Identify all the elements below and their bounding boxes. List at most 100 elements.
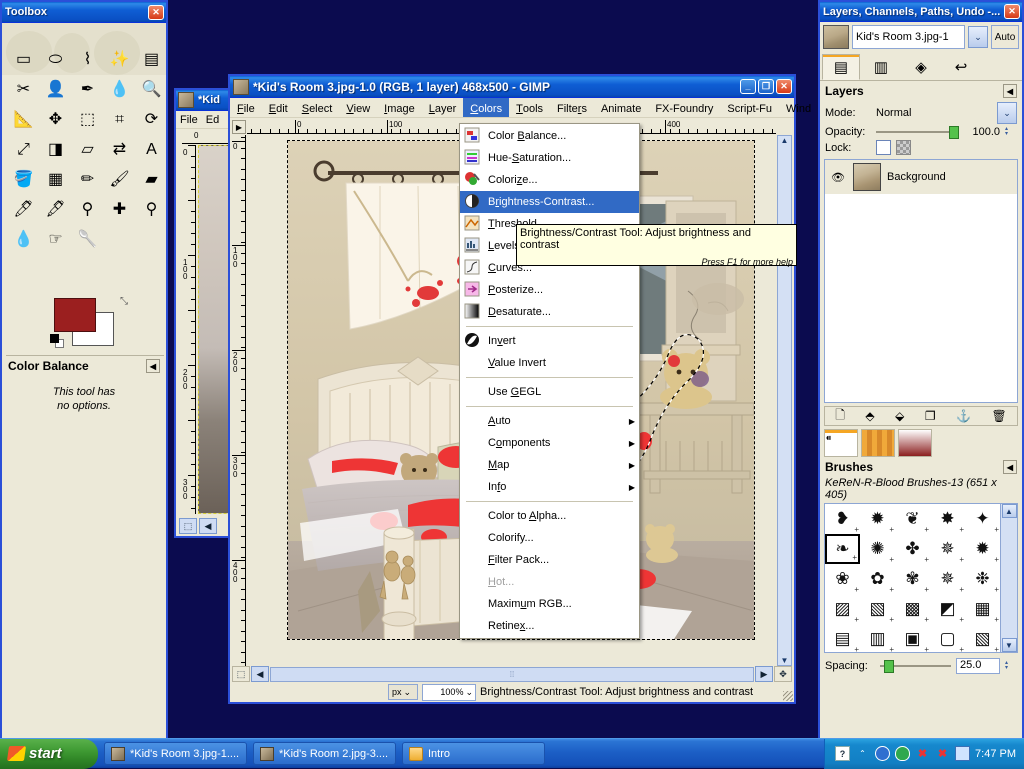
color-picker-tool-icon[interactable]: 💧 <box>104 75 135 104</box>
taskbar-button[interactable]: *Kid's Room 3.jpg-1.... <box>104 742 247 765</box>
perspective-clone-tool-icon[interactable]: ⚲ <box>136 195 167 224</box>
canvas-horizontal-scrollbar[interactable]: ⁞⁞ <box>270 666 754 682</box>
menu-item-maximum-rgb[interactable]: Maximum RGB... <box>460 593 639 615</box>
brushes-tab[interactable]: ⁌ <box>824 429 858 457</box>
layer-list[interactable]: 👁 Background <box>824 159 1018 403</box>
align-tool-icon[interactable]: ⬚ <box>72 105 103 134</box>
zoom-selector[interactable]: 100% ⌄ <box>422 683 476 701</box>
scroll-down-icon[interactable]: ▼ <box>781 656 789 665</box>
dock-titlebar[interactable]: Layers, Channels, Paths, Undo -... ✕ <box>820 2 1022 22</box>
help-icon[interactable]: ? <box>835 746 851 761</box>
collapse-arrow-icon[interactable]: ◀ <box>146 359 160 373</box>
shield-icon[interactable] <box>895 746 911 761</box>
menu-animate[interactable]: Animate <box>594 98 648 117</box>
clone-tool-icon[interactable]: ⚲ <box>72 195 103 224</box>
navigation-preview-icon[interactable]: ✥ <box>774 666 792 682</box>
measure-tool-icon[interactable]: 📐 <box>8 105 39 134</box>
brush-cell[interactable]: ▧ + <box>965 624 1000 652</box>
menu-file[interactable]: File <box>180 114 198 126</box>
auto-button[interactable]: Auto <box>991 25 1019 49</box>
brush-tab-bar[interactable]: ⁌ <box>820 426 1022 457</box>
lower-layer-button[interactable]: ⬙ <box>895 409 904 423</box>
chevron-down-icon[interactable]: ⌄ <box>968 26 988 48</box>
brush-cell[interactable]: ✦ + <box>965 504 1000 534</box>
menu-item-components[interactable]: Components ▶ <box>460 432 639 454</box>
menu-item-invert[interactable]: Invert <box>460 330 639 352</box>
patterns-tab[interactable] <box>861 429 895 457</box>
dodge-burn-tool-icon[interactable]: 🥄 <box>72 225 103 254</box>
menu-fx-foundry[interactable]: FX-Foundry <box>648 98 720 117</box>
scroll-up-icon[interactable]: ▲ <box>1001 504 1017 518</box>
brush-grid-scrollbar[interactable]: ▲ ▼ <box>1000 504 1017 652</box>
eye-icon[interactable]: 👁 <box>829 171 847 184</box>
menu-item-filter-pack[interactable]: Filter Pack... <box>460 549 639 571</box>
bucket-fill-tool-icon[interactable]: 🪣 <box>8 165 39 194</box>
swap-colors-icon[interactable]: ⤡ <box>120 296 128 307</box>
airbrush-tool-icon[interactable]: 🖊 <box>8 195 39 224</box>
brush-cell[interactable]: ✵ + <box>930 534 965 564</box>
brush-cell[interactable]: ✺ + <box>860 534 895 564</box>
delete-layer-button[interactable]: 🗑 <box>992 409 1007 423</box>
move-tool-icon[interactable]: ✥ <box>40 105 71 134</box>
layer-button-bar[interactable]: 🗋 ⬘ ⬙ ❐ ⚓ 🗑 <box>824 406 1018 426</box>
minimize-icon[interactable]: _ <box>740 79 756 94</box>
brush-cell[interactable]: ✤ + <box>895 534 930 564</box>
layer-item-background[interactable]: 👁 Background <box>825 160 1017 194</box>
collapse-arrow-icon[interactable]: ◀ <box>1003 460 1017 474</box>
brush-cell[interactable]: ▨ + <box>825 594 860 624</box>
menu-item-brightness-contrast[interactable]: Brightness-Contrast... <box>460 191 639 213</box>
menu-item-color-balance[interactable]: Color Balance... <box>460 125 639 147</box>
maximize-icon[interactable]: ❐ <box>758 79 774 94</box>
free-select-tool-icon[interactable]: ⌇ <box>72 45 103 74</box>
gimp-menubar[interactable]: File Edit Select View Image Layer Colors Tools F… <box>230 98 811 118</box>
channels-tab[interactable]: ▥ <box>862 54 900 80</box>
scroll-left-icon[interactable]: ◀ <box>251 666 269 682</box>
opacity-spinner[interactable]: ▴ ▾ <box>1005 126 1017 137</box>
heal-tool-icon[interactable]: ✚ <box>104 195 135 224</box>
text-tool-icon[interactable]: A <box>136 135 167 164</box>
spacing-spinner[interactable]: ▴ ▾ <box>1005 660 1017 671</box>
new-layer-button[interactable]: 🗋 <box>835 406 845 427</box>
blend-gradient-tool-icon[interactable]: ▦ <box>40 165 71 194</box>
close-icon[interactable]: ✕ <box>1004 4 1020 19</box>
eraser-tool-icon[interactable]: ▰ <box>136 165 167 194</box>
chevron-down-icon[interactable]: ⌄ <box>997 102 1017 124</box>
flyout-arrow-icon[interactable]: ⌃ <box>855 746 870 761</box>
menu-item-posterize[interactable]: Posterize... <box>460 279 639 301</box>
brush-cell[interactable]: ❉ + <box>965 564 1000 594</box>
close-icon[interactable]: ✕ <box>148 4 164 20</box>
menu-item-color-to-alpha[interactable]: Color to Alpha... <box>460 505 639 527</box>
brush-cell[interactable]: ▥ + <box>860 624 895 652</box>
scroll-left-icon[interactable]: ◀ <box>199 518 217 534</box>
paintbrush-tool-icon[interactable]: 🖌 <box>104 165 135 194</box>
ink-tool-icon[interactable]: 🖋 <box>40 195 71 224</box>
collapse-arrow-icon[interactable]: ◀ <box>1003 84 1017 98</box>
blur-sharpen-tool-icon[interactable]: 💧 <box>8 225 39 254</box>
image-combo[interactable]: Kid's Room 3.jpg-1 <box>852 25 965 49</box>
antivirus-icon[interactable]: ✖ <box>915 746 930 761</box>
brush-cell[interactable]: ❀ + <box>825 564 860 594</box>
menu-item-colorify[interactable]: Colorify... <box>460 527 639 549</box>
scissors-select-tool-icon[interactable]: ✂ <box>8 75 39 104</box>
firewall-icon[interactable]: ✖ <box>935 746 950 761</box>
menu-script-fu[interactable]: Script-Fu <box>720 98 779 117</box>
clock[interactable]: 7:47 PM <box>975 748 1016 760</box>
menu-item-desaturate[interactable]: Desaturate... <box>460 301 639 323</box>
perspective-tool-icon[interactable]: ▱ <box>72 135 103 164</box>
menu-filters[interactable]: Filte r s <box>550 98 594 117</box>
brush-grid[interactable]: ❥ + ✹ + ❦ + ✸ + ✦ + ❧ + ✺ + ✤ + ✵ + ✹ + ❀ + ✿ + ✾ + ✵ + ❉ + ▨ + ▧ + ▩ + ◩ + ▦ +… <box>824 503 1018 653</box>
fuzzy-select-tool-icon[interactable]: ✨ <box>104 45 135 74</box>
brush-cell[interactable]: ▣ + <box>895 624 930 652</box>
rect-select-tool-icon[interactable]: ▭ <box>8 45 39 74</box>
brush-cell[interactable]: ◩ + <box>930 594 965 624</box>
spacing-value[interactable]: 25.0 <box>956 658 1000 674</box>
monitor-icon[interactable] <box>955 746 971 761</box>
raise-layer-button[interactable]: ⬘ <box>865 409 874 423</box>
brush-cell[interactable]: ▢ + <box>930 624 965 652</box>
brush-cell[interactable]: ✹ + <box>965 534 1000 564</box>
opacity-slider[interactable] <box>876 126 959 139</box>
foreground-background-color-area[interactable]: ⤡ <box>50 296 128 350</box>
pencil-tool-icon[interactable]: ✏ <box>72 165 103 194</box>
brush-cell[interactable]: ▦ + <box>965 594 1000 624</box>
quickmask-toggle-icon[interactable]: ⬚ <box>179 518 197 534</box>
